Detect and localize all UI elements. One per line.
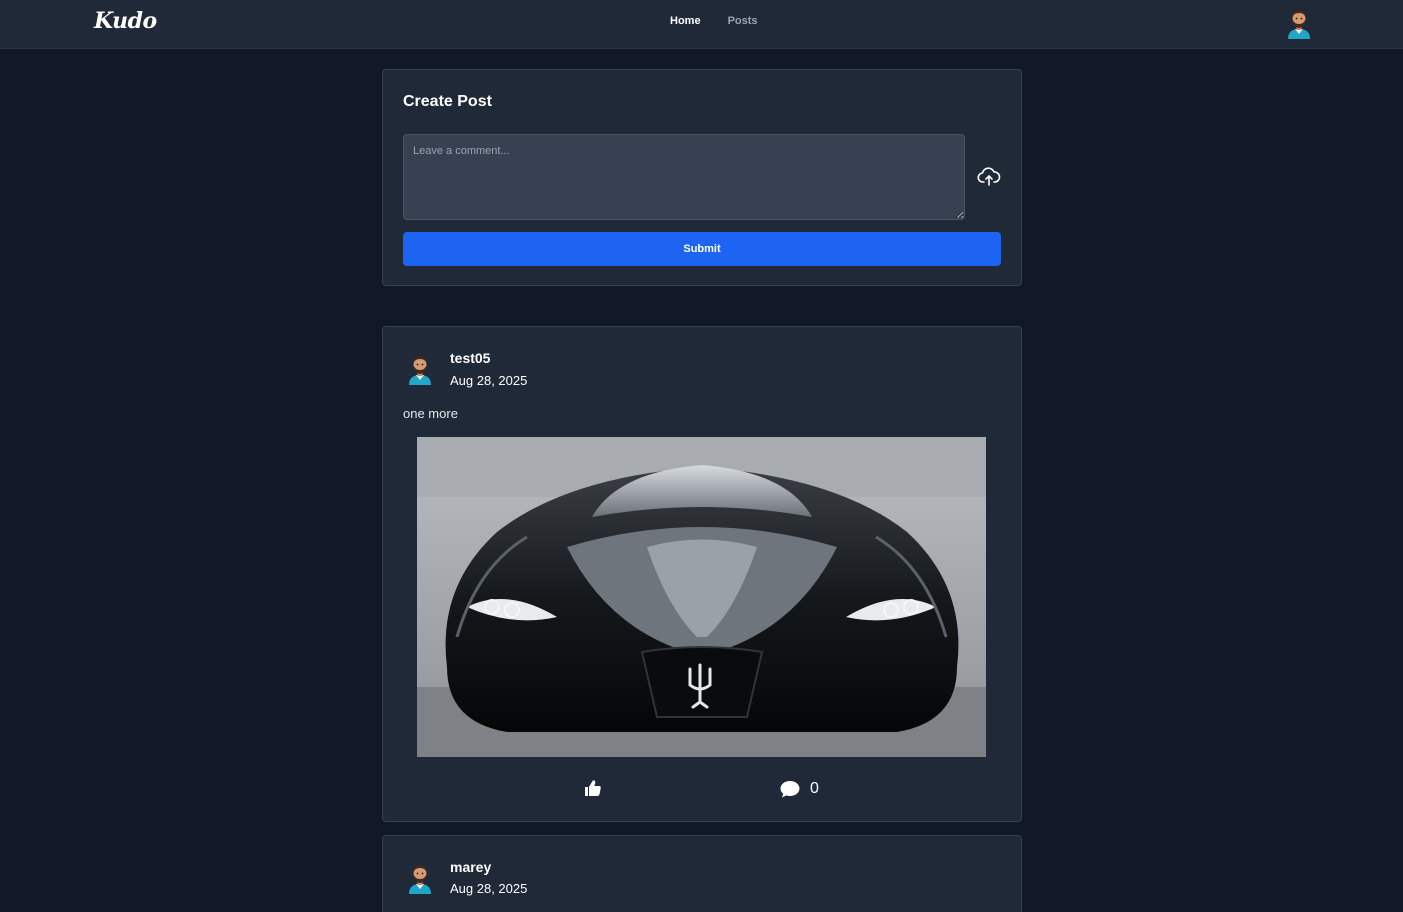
nav-link-home[interactable]: Home (670, 15, 701, 27)
top-navbar: Kudo Home Posts (0, 0, 1403, 49)
post-author-avatar[interactable] (405, 353, 435, 385)
user-avatar[interactable] (1284, 7, 1314, 39)
create-post-card: Create Post Submit (382, 69, 1022, 286)
comment-input[interactable] (403, 134, 965, 220)
post-image-car[interactable] (417, 437, 986, 757)
comment-icon (780, 781, 800, 798)
nav-links: Home Posts (670, 15, 758, 27)
comment-button[interactable]: 0 (779, 778, 819, 800)
nav-link-posts[interactable]: Posts (728, 15, 758, 27)
submit-button[interactable]: Submit (403, 232, 1001, 266)
thumbs-up-icon[interactable] (583, 778, 603, 798)
post-author-avatar[interactable] (405, 862, 435, 894)
create-post-title: Create Post (403, 93, 492, 110)
post-text: one more (403, 406, 458, 421)
comment-count: 0 (810, 780, 819, 797)
post-card: test05 Aug 28, 2025 one more 0 (382, 326, 1022, 822)
cloud-upload-icon[interactable] (977, 166, 1001, 188)
post-username[interactable]: test05 (450, 350, 490, 366)
app-logo[interactable]: Kudo (94, 8, 157, 34)
post-card: marey Aug 28, 2025 (382, 835, 1022, 912)
post-date: Aug 28, 2025 (450, 881, 528, 896)
post-date: Aug 28, 2025 (450, 373, 528, 388)
post-username[interactable]: marey (450, 859, 491, 875)
